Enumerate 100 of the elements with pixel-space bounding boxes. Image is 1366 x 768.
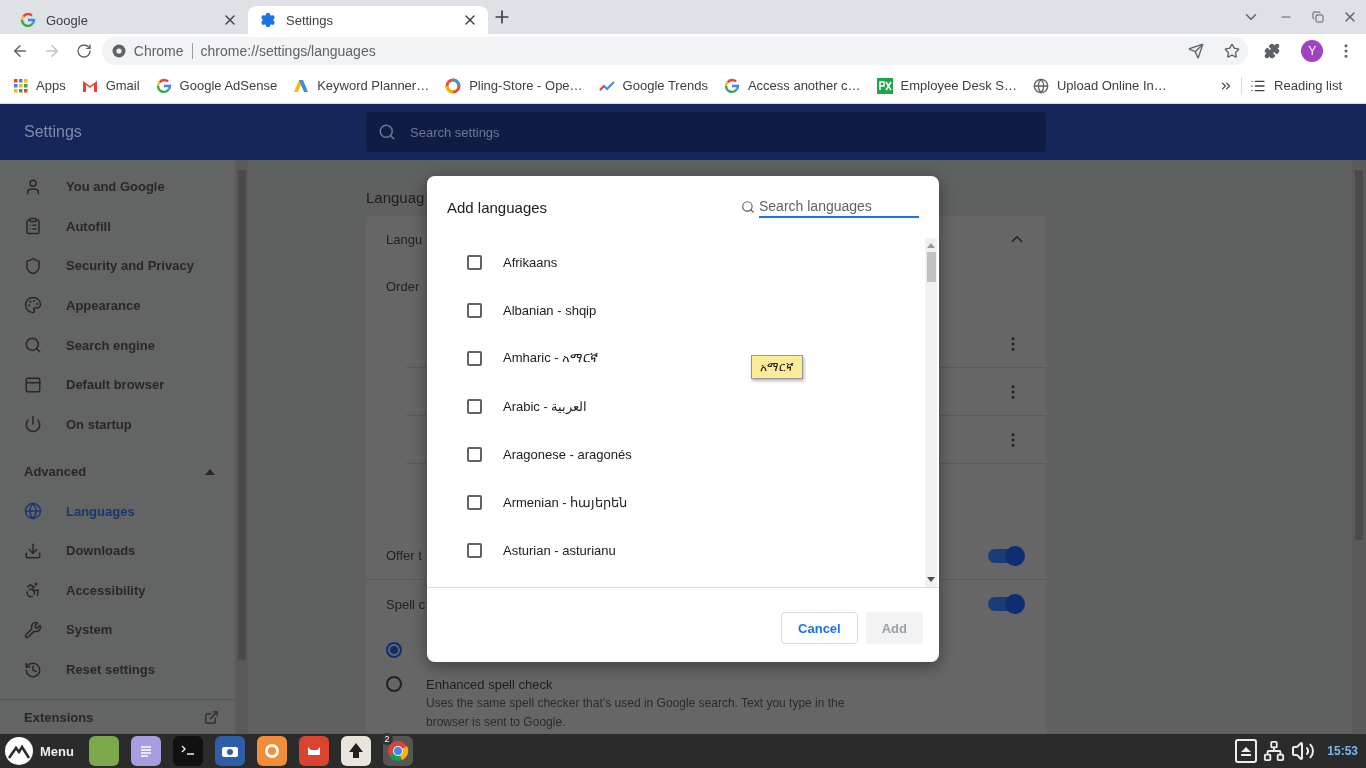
apps-grid-icon	[14, 78, 28, 93]
bookmark-item[interactable]: Apps	[14, 78, 74, 93]
globe-icon	[24, 502, 42, 521]
page-heading: Languag	[366, 188, 425, 208]
language-label: Albanian - shqip	[503, 302, 597, 318]
language-label: Armenian - հայերեն	[503, 494, 628, 510]
checkbox[interactable]	[467, 542, 482, 558]
google-icon	[20, 12, 36, 28]
eject-icon[interactable]	[1235, 739, 1258, 763]
extensions-icon[interactable]	[1264, 43, 1281, 59]
collapse-caret-icon	[205, 468, 215, 475]
bookmark-item[interactable]: Access another c…	[723, 77, 869, 94]
language-label: Aragonese - aragonés	[503, 446, 632, 462]
google-icon	[723, 77, 740, 94]
terminal-icon[interactable]	[172, 736, 203, 766]
reading-list-button[interactable]: Reading list	[1250, 77, 1350, 94]
extensions-link[interactable]: Extensions	[0, 700, 235, 734]
text-editor-icon[interactable]	[130, 736, 161, 766]
palette-icon	[24, 296, 42, 315]
search-icon	[24, 336, 42, 355]
search-icon	[741, 200, 755, 214]
dialog-title: Add languages	[447, 198, 549, 216]
scrollbar[interactable]	[235, 160, 248, 734]
radio-button[interactable]	[386, 642, 402, 658]
bookmark-item[interactable]: Employee Desk S…	[876, 77, 1025, 94]
sidebar-item[interactable]: System	[0, 610, 235, 650]
browser-window-icon	[24, 375, 42, 394]
trend-line-icon	[598, 79, 615, 92]
camera-icon[interactable]	[214, 736, 245, 766]
bookmark-star-icon[interactable]	[1224, 43, 1241, 59]
restore-icon[interactable]	[1312, 11, 1324, 23]
settings-icon	[260, 12, 276, 28]
browser-tab[interactable]: Google	[8, 6, 248, 34]
sidebar-item[interactable]: Default browser	[0, 364, 235, 405]
checkbox[interactable]	[467, 302, 482, 318]
sidebar-item[interactable]: Autofill	[0, 206, 235, 247]
toggle-switch[interactable]	[988, 548, 1022, 563]
toggle-switch[interactable]	[988, 597, 1022, 611]
address-bar[interactable]: Chrome chrome://settings/languages	[101, 37, 1249, 65]
mail-icon	[81, 79, 98, 92]
advanced-section-toggle[interactable]: Advanced	[0, 451, 235, 492]
scrollbar[interactable]	[1352, 160, 1366, 734]
sidebar-item[interactable]: You and Google	[0, 167, 235, 207]
chrome-app-icon[interactable]: 2	[382, 736, 413, 766]
checkbox[interactable]	[467, 350, 482, 366]
google-icon	[155, 77, 172, 94]
menu-button[interactable]: Menu	[4, 736, 80, 766]
sidebar-item[interactable]: Appearance	[0, 285, 235, 326]
language-label: Asturian - asturianu	[503, 542, 616, 558]
checkbox[interactable]	[467, 494, 482, 510]
radio-button[interactable]	[386, 676, 402, 692]
ring-logo-icon	[445, 77, 462, 94]
search-settings-field[interactable]: Search settings	[366, 112, 1046, 152]
sidebar-item[interactable]: Search engine	[0, 325, 235, 365]
card-heading: Langu	[386, 231, 423, 247]
offer-translate-label: Offer t	[386, 548, 422, 563]
file-manager-icon[interactable]	[88, 736, 119, 766]
power-icon	[24, 415, 42, 434]
external-link-icon	[204, 709, 219, 725]
reload-icon[interactable]	[75, 43, 92, 59]
language-label: Amharic - አማርኛ	[503, 350, 599, 366]
network-icon[interactable]	[1263, 740, 1286, 762]
download-icon	[24, 541, 42, 560]
bookmark-item[interactable]: Google AdSense	[155, 77, 286, 94]
browser-tab[interactable]: Settings	[248, 6, 488, 34]
checkbox[interactable]	[467, 398, 482, 414]
volume-icon[interactable]	[1291, 739, 1316, 763]
site-label: Chrome	[133, 43, 184, 59]
wrench-icon	[24, 620, 42, 639]
bookmark-item[interactable]: Pling-Store - Ope…	[445, 77, 591, 94]
sidebar-item[interactable]: On startup	[0, 404, 235, 444]
image-editor-icon[interactable]	[298, 736, 329, 766]
logo-icon	[876, 77, 893, 94]
sidebar-item[interactable]: Reset settings	[0, 649, 235, 690]
triangle-logo-icon	[293, 78, 310, 93]
sidebar-item[interactable]: Accessibility	[0, 570, 235, 611]
spell-check-label: Spell c	[386, 596, 426, 612]
bookmark-item[interactable]: Keyword Planner…	[293, 78, 438, 93]
search-icon	[378, 123, 396, 141]
cancel-button[interactable]: Cancel	[781, 612, 858, 644]
send-icon[interactable]	[1188, 43, 1205, 59]
bookmark-item[interactable]: Gmail	[81, 78, 148, 93]
order-label: Order	[386, 278, 420, 294]
sidebar-item[interactable]: Security and Privacy	[0, 246, 235, 286]
scroll-down-arrow-icon[interactable]	[927, 577, 935, 583]
bookmark-item[interactable]: Upload Online In…	[1032, 77, 1175, 94]
scrollbar[interactable]	[925, 238, 937, 587]
person-icon	[24, 177, 42, 196]
checkbox[interactable]	[467, 254, 482, 270]
settings-title: Settings	[23, 123, 83, 141]
language-label: Afrikaans	[503, 254, 558, 270]
url-text: chrome://settings/languages	[200, 43, 377, 59]
checkbox[interactable]	[467, 446, 482, 462]
bookmark-item[interactable]: Google Trends	[598, 78, 716, 93]
tooltip: አማርኛ	[751, 355, 803, 379]
clipboard-icon	[24, 217, 42, 236]
shield-icon	[24, 256, 42, 275]
profile-avatar[interactable]: Y	[1301, 40, 1324, 62]
scroll-thumb[interactable]	[926, 252, 936, 282]
sidebar-item[interactable]: Downloads	[0, 531, 235, 571]
